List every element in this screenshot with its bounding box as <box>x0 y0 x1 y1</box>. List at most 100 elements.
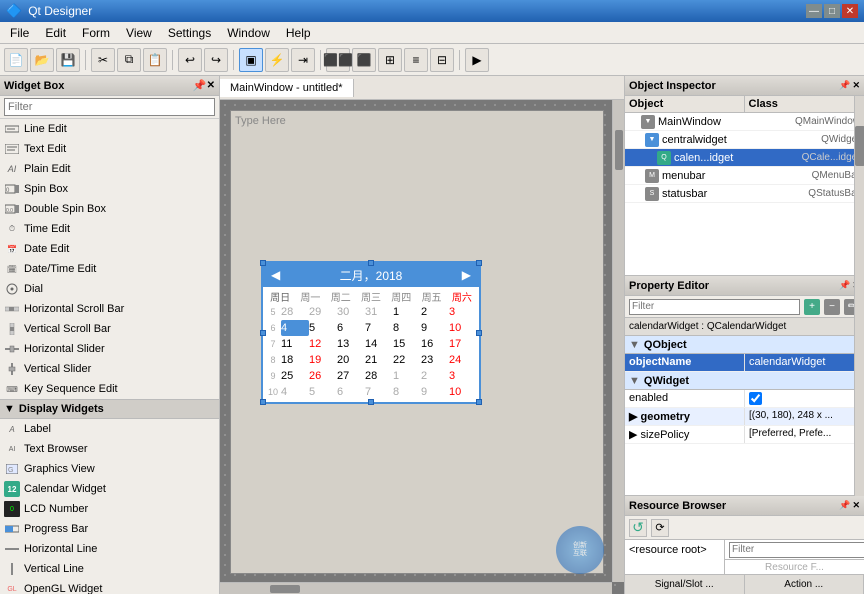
cal-day[interactable]: 9 <box>421 384 449 400</box>
handle-tl[interactable] <box>260 260 266 266</box>
prop-row-objectname[interactable]: objectName calendarWidget <box>625 354 864 372</box>
cal-day[interactable]: 11 <box>281 336 309 352</box>
widget-filter-input[interactable] <box>4 98 215 116</box>
res-root-item[interactable]: <resource root> <box>625 540 724 560</box>
cal-day[interactable]: 1 <box>393 304 421 320</box>
signal-mode-button[interactable]: ⚡ <box>265 48 289 72</box>
menu-edit[interactable]: Edit <box>37 24 74 42</box>
handle-ml[interactable] <box>260 330 266 336</box>
canvas-content[interactable]: Type Here ◀ 二月，2018 ▶ <box>220 100 624 594</box>
widget-item-calendar-widget[interactable]: 12 Calendar Widget <box>0 479 219 499</box>
res-browser-close[interactable]: ✕ <box>852 500 860 511</box>
widget-item-line-edit[interactable]: Line Edit <box>0 119 219 139</box>
cal-day[interactable]: 10 <box>449 320 477 336</box>
cal-day[interactable]: 6 <box>337 320 365 336</box>
cal-day[interactable]: 7 <box>365 384 393 400</box>
handle-tm[interactable] <box>368 260 374 266</box>
cal-day[interactable]: 3 <box>449 368 477 384</box>
menu-settings[interactable]: Settings <box>160 24 219 42</box>
cal-day[interactable]: 31 <box>365 304 393 320</box>
widget-item-vslider[interactable]: Vertical Slider <box>0 359 219 379</box>
menu-file[interactable]: File <box>2 24 37 42</box>
prop-row-enabled[interactable]: enabled <box>625 390 864 408</box>
action-btn[interactable]: Action ... <box>745 575 864 594</box>
cal-day[interactable]: 21 <box>365 352 393 368</box>
widget-item-date-edit[interactable]: 📅 Date Edit <box>0 239 219 259</box>
cal-day-today[interactable]: 4 <box>281 320 309 336</box>
cal-day[interactable]: 2 <box>421 368 449 384</box>
cal-day[interactable]: 23 <box>421 352 449 368</box>
cal-day[interactable]: 1 <box>393 368 421 384</box>
cal-prev-btn[interactable]: ◀ <box>267 268 284 282</box>
widget-item-hscrollbar[interactable]: Horizontal Scroll Bar <box>0 299 219 319</box>
widget-item-hslider[interactable]: Horizontal Slider <box>0 339 219 359</box>
cal-day[interactable]: 28 <box>281 304 309 320</box>
widget-box-close[interactable]: ✕ <box>207 80 215 91</box>
widget-item-hline[interactable]: Horizontal Line <box>0 539 219 559</box>
break-layout-button[interactable]: ⊟ <box>430 48 454 72</box>
enabled-checkbox[interactable] <box>749 392 762 405</box>
prop-row-sizepolicy[interactable]: ▶ sizePolicy [Preferred, Prefe... <box>625 426 864 444</box>
copy-button[interactable]: ⧉ <box>117 48 141 72</box>
main-window-canvas[interactable]: Type Here ◀ 二月，2018 ▶ <box>230 110 604 574</box>
handle-bl[interactable] <box>260 399 266 405</box>
cal-day[interactable]: 19 <box>309 352 337 368</box>
prop-value[interactable]: [(30, 180), 248 x ... <box>745 408 864 425</box>
menu-view[interactable]: View <box>118 24 160 42</box>
cal-day[interactable]: 5 <box>309 320 337 336</box>
widget-item-graphics-view[interactable]: G Graphics View <box>0 459 219 479</box>
cal-day[interactable]: 20 <box>337 352 365 368</box>
menu-form[interactable]: Form <box>74 24 118 42</box>
layout-v-button[interactable]: ⬛ <box>352 48 376 72</box>
widget-item-vscrollbar[interactable]: Vertical Scroll Bar <box>0 319 219 339</box>
widget-mode-button[interactable]: ▣ <box>239 48 263 72</box>
vscroll-thumb[interactable] <box>615 130 623 170</box>
cal-day[interactable]: 17 <box>449 336 477 352</box>
prop-section-qobject[interactable]: ▼ QObject <box>625 336 864 354</box>
hscroll-thumb[interactable] <box>270 585 300 593</box>
layout-form-button[interactable]: ≡ <box>404 48 428 72</box>
maximize-button[interactable]: □ <box>824 4 840 18</box>
widget-item-text-browser[interactable]: AI Text Browser <box>0 439 219 459</box>
obj-row-calendarwidget[interactable]: Q calen...idget QCale...idget <box>625 149 864 167</box>
cal-day[interactable]: 8 <box>393 384 421 400</box>
widget-item-text-edit[interactable]: Text Edit <box>0 139 219 159</box>
cal-day[interactable]: 2 <box>421 304 449 320</box>
layout-grid-button[interactable]: ⊞ <box>378 48 402 72</box>
canvas-vscrollbar[interactable] <box>612 100 624 582</box>
menu-window[interactable]: Window <box>219 24 278 42</box>
open-button[interactable]: 📂 <box>30 48 54 72</box>
widget-item-lcd[interactable]: 0 LCD Number <box>0 499 219 519</box>
calendar-widget-instance[interactable]: ◀ 二月，2018 ▶ 周日 周一 周二 周三 周四 周五 周六 <box>261 261 481 404</box>
cal-day[interactable]: 6 <box>337 384 365 400</box>
prop-section-qwidget[interactable]: ▼ QWidget <box>625 372 864 390</box>
prop-filter-input[interactable] <box>629 299 800 315</box>
res-filter-input[interactable] <box>729 542 864 558</box>
obj-inspector-close[interactable]: ✕ <box>852 80 860 91</box>
undo-button[interactable]: ↩ <box>178 48 202 72</box>
minimize-button[interactable]: — <box>806 4 822 18</box>
cal-day[interactable]: 8 <box>393 320 421 336</box>
cal-day[interactable]: 18 <box>281 352 309 368</box>
reload-resource-btn[interactable]: ↺ <box>629 519 647 537</box>
redo-button[interactable]: ↪ <box>204 48 228 72</box>
prop-value[interactable] <box>745 390 864 407</box>
cal-day[interactable]: 12 <box>309 336 337 352</box>
cal-day[interactable]: 16 <box>421 336 449 352</box>
cal-day[interactable]: 9 <box>421 320 449 336</box>
cal-day[interactable]: 4 <box>281 384 309 400</box>
signal-slot-btn[interactable]: Signal/Slot ... <box>625 575 745 594</box>
prop-remove-btn[interactable]: − <box>824 299 840 315</box>
widget-item-progress-bar[interactable]: Progress Bar <box>0 519 219 539</box>
obj-row-centralwidget[interactable]: ▼ centralwidget QWidget <box>625 131 864 149</box>
handle-mr[interactable] <box>476 330 482 336</box>
widget-item-vline[interactable]: Vertical Line <box>0 559 219 579</box>
cal-day[interactable]: 24 <box>449 352 477 368</box>
cal-day[interactable]: 15 <box>393 336 421 352</box>
obj-row-menubar[interactable]: M menubar QMenuBar <box>625 167 864 185</box>
cal-day[interactable]: 28 <box>365 368 393 384</box>
cal-day[interactable]: 3 <box>449 304 477 320</box>
widget-item-spin-box[interactable]: 0 Spin Box <box>0 179 219 199</box>
handle-br[interactable] <box>476 399 482 405</box>
cal-day[interactable]: 7 <box>365 320 393 336</box>
